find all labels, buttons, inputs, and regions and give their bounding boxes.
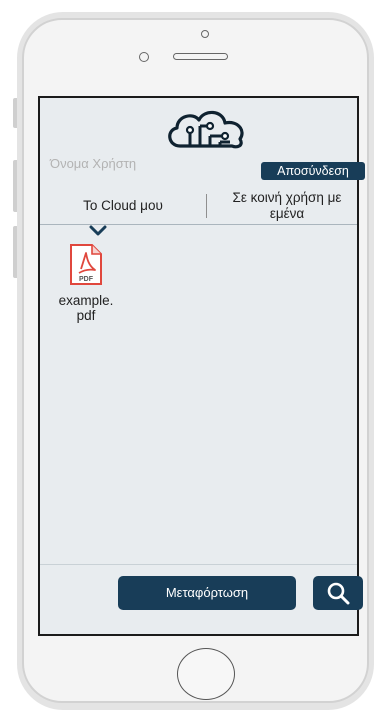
footer-border: [40, 564, 357, 565]
username-label: Όνομα Χρήστη: [50, 156, 137, 171]
phone-mockup: Όνομα Χρήστη Αποσύνδεση Το Cloud μου Σε …: [0, 0, 389, 715]
sensor-dot: [201, 30, 209, 38]
tab-my-cloud[interactable]: Το Cloud μου: [40, 198, 206, 213]
tab-bar-border: [40, 224, 357, 225]
logout-button[interactable]: Αποσύνδεση: [261, 162, 365, 180]
tab-divider: [206, 194, 207, 218]
pdf-file-icon: PDF: [70, 244, 102, 285]
home-button[interactable]: [177, 648, 235, 700]
pdf-type-label: PDF: [79, 276, 94, 283]
search-button[interactable]: [313, 576, 363, 610]
file-item-example-pdf[interactable]: PDF example. pdf: [50, 244, 122, 323]
front-camera: [139, 52, 149, 62]
cloud-circuit-icon: [168, 110, 244, 149]
file-name: example. pdf: [58, 293, 114, 323]
tab-shared-with-me[interactable]: Σε κοινή χρήση με εμένα: [218, 190, 356, 222]
chevron-down-icon: [89, 225, 107, 236]
app-screen: Όνομα Χρήστη Αποσύνδεση Το Cloud μου Σε …: [38, 96, 365, 636]
earpiece-speaker: [173, 53, 228, 60]
upload-button[interactable]: Μεταφόρτωση: [118, 576, 296, 610]
search-icon: [327, 582, 350, 605]
